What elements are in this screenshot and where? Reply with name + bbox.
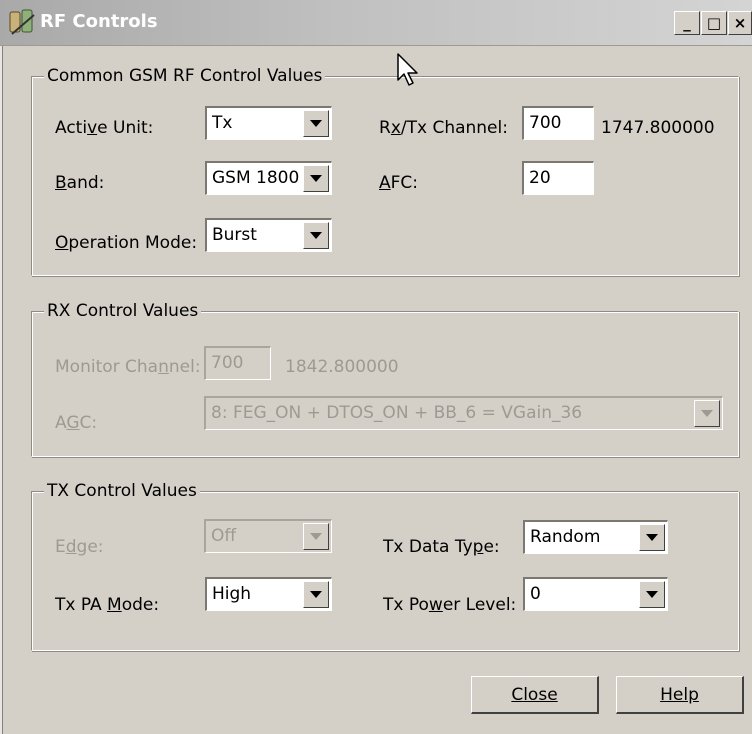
pa-mode-value: High [212, 584, 252, 604]
operation-mode-label: Operation Mode: [55, 233, 198, 253]
channel-value: 700 [529, 113, 562, 133]
afc-label: AFC: [379, 173, 419, 193]
channel-input[interactable]: 700 [522, 106, 594, 140]
active-unit-value: Tx [212, 113, 233, 133]
chevron-down-icon[interactable] [639, 581, 665, 608]
mouse-cursor-icon [397, 53, 418, 86]
operation-mode-select[interactable]: Burst [205, 218, 332, 252]
operation-mode-value: Burst [212, 225, 257, 245]
tx-control-group: TX Control Values [31, 480, 739, 651]
common-gsm-legend: Common GSM RF Control Values [44, 65, 326, 87]
maximize-icon: □ [706, 13, 722, 32]
rx-control-legend: RX Control Values [44, 300, 202, 322]
band-select[interactable]: GSM 1800 [205, 161, 332, 195]
help-button[interactable]: Help [616, 676, 744, 714]
close-window-button[interactable]: × [728, 11, 752, 35]
chevron-down-icon [694, 400, 720, 427]
app-icon [9, 9, 35, 35]
tx-control-legend: TX Control Values [44, 480, 200, 502]
minimize-icon: _ [683, 13, 691, 32]
edge-label: Edge: [55, 537, 104, 557]
window-title: RF Controls [40, 11, 158, 32]
rx-control-group: RX Control Values [31, 300, 739, 457]
monitor-channel-input: 700 [204, 346, 271, 380]
power-level-select[interactable]: 0 [523, 577, 668, 611]
pa-mode-select[interactable]: High [205, 577, 332, 611]
minimize-button[interactable]: _ [674, 11, 700, 35]
active-unit-select[interactable]: Tx [205, 106, 332, 140]
title-bar[interactable]: RF Controls _ □ × [0, 0, 752, 46]
chevron-down-icon[interactable] [303, 581, 329, 608]
close-button-label: Close [511, 684, 558, 705]
chevron-down-icon[interactable] [639, 524, 665, 551]
help-button-label: Help [660, 684, 699, 705]
monitor-channel-label: Monitor Channel: [55, 357, 201, 377]
power-level-label: Tx Power Level: [383, 595, 517, 615]
chevron-down-icon[interactable] [303, 165, 329, 192]
close-icon: × [733, 13, 747, 32]
data-type-value: Random [530, 527, 601, 547]
afc-value: 20 [529, 168, 551, 188]
channel-frequency: 1747.800000 [601, 118, 715, 138]
chevron-down-icon[interactable] [303, 222, 329, 249]
agc-label: AGC: [55, 413, 98, 433]
agc-value: 8: FEG_ON + DTOS_ON + BB_6 = VGain_36 [211, 403, 583, 423]
band-label: Band: [55, 173, 105, 193]
window-frame [0, 46, 3, 734]
afc-input[interactable]: 20 [522, 161, 594, 195]
monitor-channel-value: 700 [211, 353, 244, 373]
data-type-label: Tx Data Type: [383, 537, 500, 557]
channel-label: Rx/Tx Channel: [379, 118, 508, 138]
band-value: GSM 1800 [212, 168, 300, 188]
pa-mode-label: Tx PA Mode: [55, 595, 160, 615]
data-type-select[interactable]: Random [523, 520, 668, 554]
maximize-button[interactable]: □ [701, 11, 727, 35]
rf-controls-window: RF Controls _ □ × Common GSM RF Control … [0, 0, 752, 734]
edge-value: Off [211, 526, 237, 546]
agc-select: 8: FEG_ON + DTOS_ON + BB_6 = VGain_36 [204, 396, 723, 430]
edge-select: Off [204, 519, 332, 553]
chevron-down-icon [303, 523, 329, 550]
active-unit-label: Active Unit: [55, 118, 154, 138]
monitor-channel-frequency: 1842.800000 [285, 357, 399, 377]
chevron-down-icon[interactable] [303, 110, 329, 137]
close-button[interactable]: Close [471, 676, 599, 714]
power-level-value: 0 [530, 584, 541, 604]
